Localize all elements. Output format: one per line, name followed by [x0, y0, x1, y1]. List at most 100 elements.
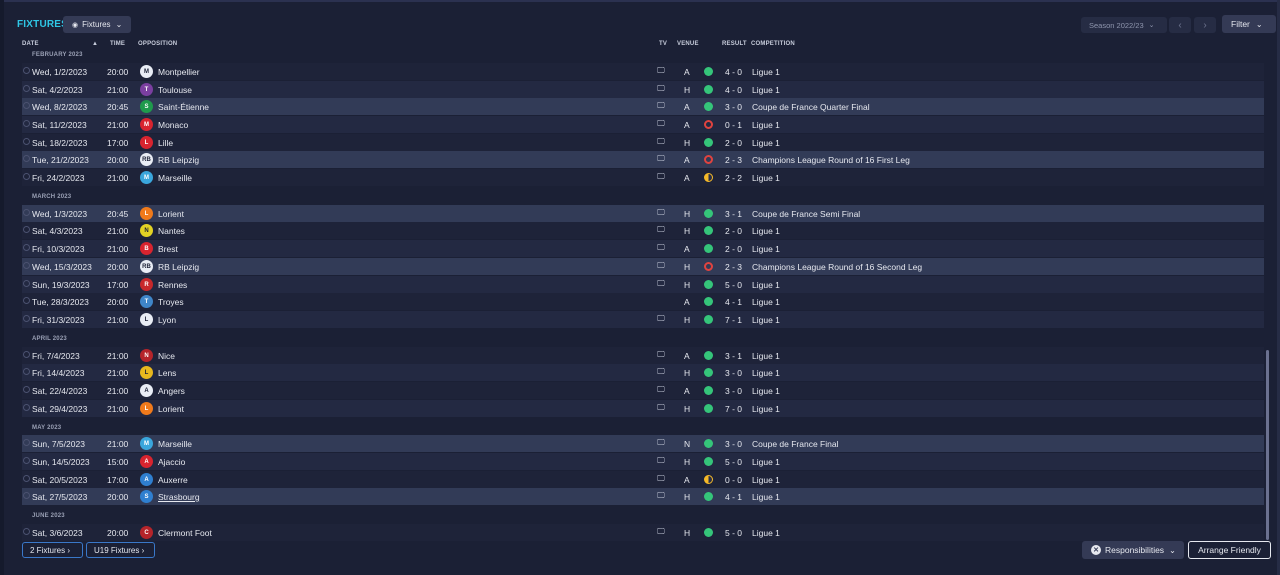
fixture-competition[interactable]: Coupe de France Quarter Final	[752, 102, 870, 112]
opponent-link[interactable]: Angers	[158, 386, 185, 396]
row-select-radio[interactable]	[23, 262, 30, 269]
opponent-link[interactable]: Auxerre	[158, 475, 188, 485]
opponent-link[interactable]: Nice	[158, 351, 175, 361]
fixture-row[interactable]: Sat, 4/2/2023 21:00 T Toulouse 🖵 H 4 - 0 Ligue …	[22, 81, 1264, 98]
fixture-row[interactable]: Sat, 22/4/2023 21:00 A Angers 🖵 A 3 - 0 Ligue 1	[22, 382, 1264, 399]
fixture-score[interactable]: 2 - 0	[725, 244, 742, 254]
row-select-radio[interactable]	[23, 351, 30, 358]
opponent-link[interactable]: Monaco	[158, 120, 188, 130]
fixture-competition[interactable]: Ligue 1	[752, 297, 780, 307]
row-select-radio[interactable]	[23, 475, 30, 482]
fixture-row[interactable]: Sun, 7/5/2023 21:00 M Marseille 🖵 N 3 - 0 Coupe…	[22, 435, 1264, 452]
column-header-venue[interactable]: VENUE	[677, 41, 699, 47]
opponent-link[interactable]: Lens	[158, 368, 176, 378]
row-select-radio[interactable]	[23, 102, 30, 109]
fixture-row[interactable]: Fri, 7/4/2023 21:00 N Nice 🖵 A 3 - 1 Ligue 1	[22, 347, 1264, 364]
fixture-row[interactable]: Sat, 3/6/2023 20:00 C Clermont Foot 🖵 H 5 - 0 L…	[22, 524, 1264, 541]
fixture-row[interactable]: Sat, 20/5/2023 17:00 A Auxerre 🖵 A 0 - 0 Ligue …	[22, 471, 1264, 488]
row-select-radio[interactable]	[23, 404, 30, 411]
fixture-row[interactable]: Tue, 28/3/2023 20:00 T Troyes A 4 - 1 Ligue 1	[22, 293, 1264, 310]
opponent-link[interactable]: RB Leipzig	[158, 262, 199, 272]
view-selector-button[interactable]: ◉ Fixtures ⌄	[63, 16, 131, 33]
fixture-score[interactable]: 7 - 0	[725, 404, 742, 414]
fixture-row[interactable]: Wed, 1/3/2023 20:45 L Lorient 🖵 H 3 - 1 Coupe d…	[22, 205, 1264, 222]
fixture-score[interactable]: 3 - 1	[725, 351, 742, 361]
row-select-radio[interactable]	[23, 492, 30, 499]
row-select-radio[interactable]	[23, 209, 30, 216]
fixture-row[interactable]: Tue, 21/2/2023 20:00 RB RB Leipzig 🖵 A 2 - 3 Ch…	[22, 151, 1264, 168]
fixture-score[interactable]: 4 - 0	[725, 85, 742, 95]
u19-fixtures-button[interactable]: U19 Fixtures ›	[86, 542, 155, 558]
fixture-competition[interactable]: Ligue 1	[752, 457, 780, 467]
column-header-result[interactable]: RESULT	[722, 41, 747, 47]
fixture-competition[interactable]: Ligue 1	[752, 173, 780, 183]
fixture-competition[interactable]: Ligue 1	[752, 67, 780, 77]
row-select-radio[interactable]	[23, 67, 30, 74]
fixture-competition[interactable]: Ligue 1	[752, 404, 780, 414]
opponent-link[interactable]: Toulouse	[158, 85, 192, 95]
fixture-competition[interactable]: Ligue 1	[752, 138, 780, 148]
fixture-score[interactable]: 2 - 3	[725, 262, 742, 272]
fixture-competition[interactable]: Ligue 1	[752, 492, 780, 502]
fixture-competition[interactable]: Champions League Round of 16 First Leg	[752, 155, 910, 165]
fixture-score[interactable]: 5 - 0	[725, 280, 742, 290]
scrollbar[interactable]	[1266, 350, 1269, 540]
row-select-radio[interactable]	[23, 155, 30, 162]
opponent-link[interactable]: Marseille	[158, 439, 192, 449]
fixture-competition[interactable]: Ligue 1	[752, 120, 780, 130]
fixture-row[interactable]: Sat, 4/3/2023 21:00 N Nantes 🖵 H 2 - 0 Ligue 1	[22, 222, 1264, 239]
opponent-link[interactable]: Lorient	[158, 404, 184, 414]
column-header-date[interactable]: DATE	[22, 41, 39, 47]
next-season-button[interactable]: ›	[1194, 17, 1216, 33]
fixture-row[interactable]: Fri, 31/3/2023 21:00 L Lyon 🖵 H 7 - 1 Ligue 1	[22, 311, 1264, 328]
fixture-score[interactable]: 2 - 0	[725, 226, 742, 236]
fixture-score[interactable]: 4 - 1	[725, 297, 742, 307]
opponent-link[interactable]: Lille	[158, 138, 173, 148]
fixture-competition[interactable]: Ligue 1	[752, 475, 780, 485]
fixture-score[interactable]: 3 - 0	[725, 386, 742, 396]
fixture-score[interactable]: 3 - 1	[725, 209, 742, 219]
fixture-competition[interactable]: Ligue 1	[752, 528, 780, 538]
fixture-competition[interactable]: Ligue 1	[752, 85, 780, 95]
fixture-row[interactable]: Fri, 14/4/2023 21:00 L Lens 🖵 H 3 - 0 Ligue 1	[22, 364, 1264, 381]
column-header-tv[interactable]: TV	[659, 41, 667, 47]
fixture-row[interactable]: Sat, 18/2/2023 17:00 L Lille 🖵 H 2 - 0 Ligue 1	[22, 134, 1264, 151]
fixture-row[interactable]: Wed, 8/2/2023 20:45 S Saint-Étienne 🖵 A 3 - 0 C…	[22, 98, 1264, 115]
fixture-row[interactable]: Fri, 10/3/2023 21:00 B Brest 🖵 A 2 - 0 Ligue 1	[22, 240, 1264, 257]
opponent-link[interactable]: Nantes	[158, 226, 185, 236]
fixture-score[interactable]: 2 - 0	[725, 138, 742, 148]
fixture-row[interactable]: Sun, 14/5/2023 15:00 A Ajaccio 🖵 H 5 - 0 Ligue …	[22, 453, 1264, 470]
fixture-score[interactable]: 2 - 3	[725, 155, 742, 165]
row-select-radio[interactable]	[23, 244, 30, 251]
row-select-radio[interactable]	[23, 297, 30, 304]
fixture-competition[interactable]: Ligue 1	[752, 244, 780, 254]
fixture-competition[interactable]: Ligue 1	[752, 368, 780, 378]
fixture-score[interactable]: 3 - 0	[725, 368, 742, 378]
previous-season-button[interactable]: ‹	[1169, 17, 1191, 33]
row-select-radio[interactable]	[23, 457, 30, 464]
fixture-competition[interactable]: Coupe de France Semi Final	[752, 209, 860, 219]
fixture-competition[interactable]: Ligue 1	[752, 351, 780, 361]
opponent-link[interactable]: Strasbourg	[158, 492, 200, 502]
fixture-score[interactable]: 3 - 0	[725, 102, 742, 112]
opponent-link[interactable]: Rennes	[158, 280, 187, 290]
fixture-score[interactable]: 0 - 0	[725, 475, 742, 485]
fixture-row[interactable]: Sat, 11/2/2023 21:00 M Monaco 🖵 A 0 - 1 Ligue 1	[22, 116, 1264, 133]
fixture-competition[interactable]: Coupe de France Final	[752, 439, 838, 449]
row-select-radio[interactable]	[23, 138, 30, 145]
row-select-radio[interactable]	[23, 173, 30, 180]
opponent-link[interactable]: Brest	[158, 244, 178, 254]
fixture-row[interactable]: Wed, 1/2/2023 20:00 M Montpellier 🖵 A 4 - 0 Lig…	[22, 63, 1264, 80]
row-select-radio[interactable]	[23, 439, 30, 446]
row-select-radio[interactable]	[23, 226, 30, 233]
fixture-competition[interactable]: Ligue 1	[752, 226, 780, 236]
fixture-competition[interactable]: Ligue 1	[752, 280, 780, 290]
column-header-opposition[interactable]: OPPOSITION	[138, 41, 177, 47]
row-select-radio[interactable]	[23, 85, 30, 92]
column-header-competition[interactable]: COMPETITION	[751, 41, 795, 47]
opponent-link[interactable]: Lorient	[158, 209, 184, 219]
opponent-link[interactable]: Clermont Foot	[158, 528, 212, 538]
opponent-link[interactable]: Troyes	[158, 297, 184, 307]
row-select-radio[interactable]	[23, 386, 30, 393]
filter-button[interactable]: Filter ⌄	[1222, 15, 1276, 33]
